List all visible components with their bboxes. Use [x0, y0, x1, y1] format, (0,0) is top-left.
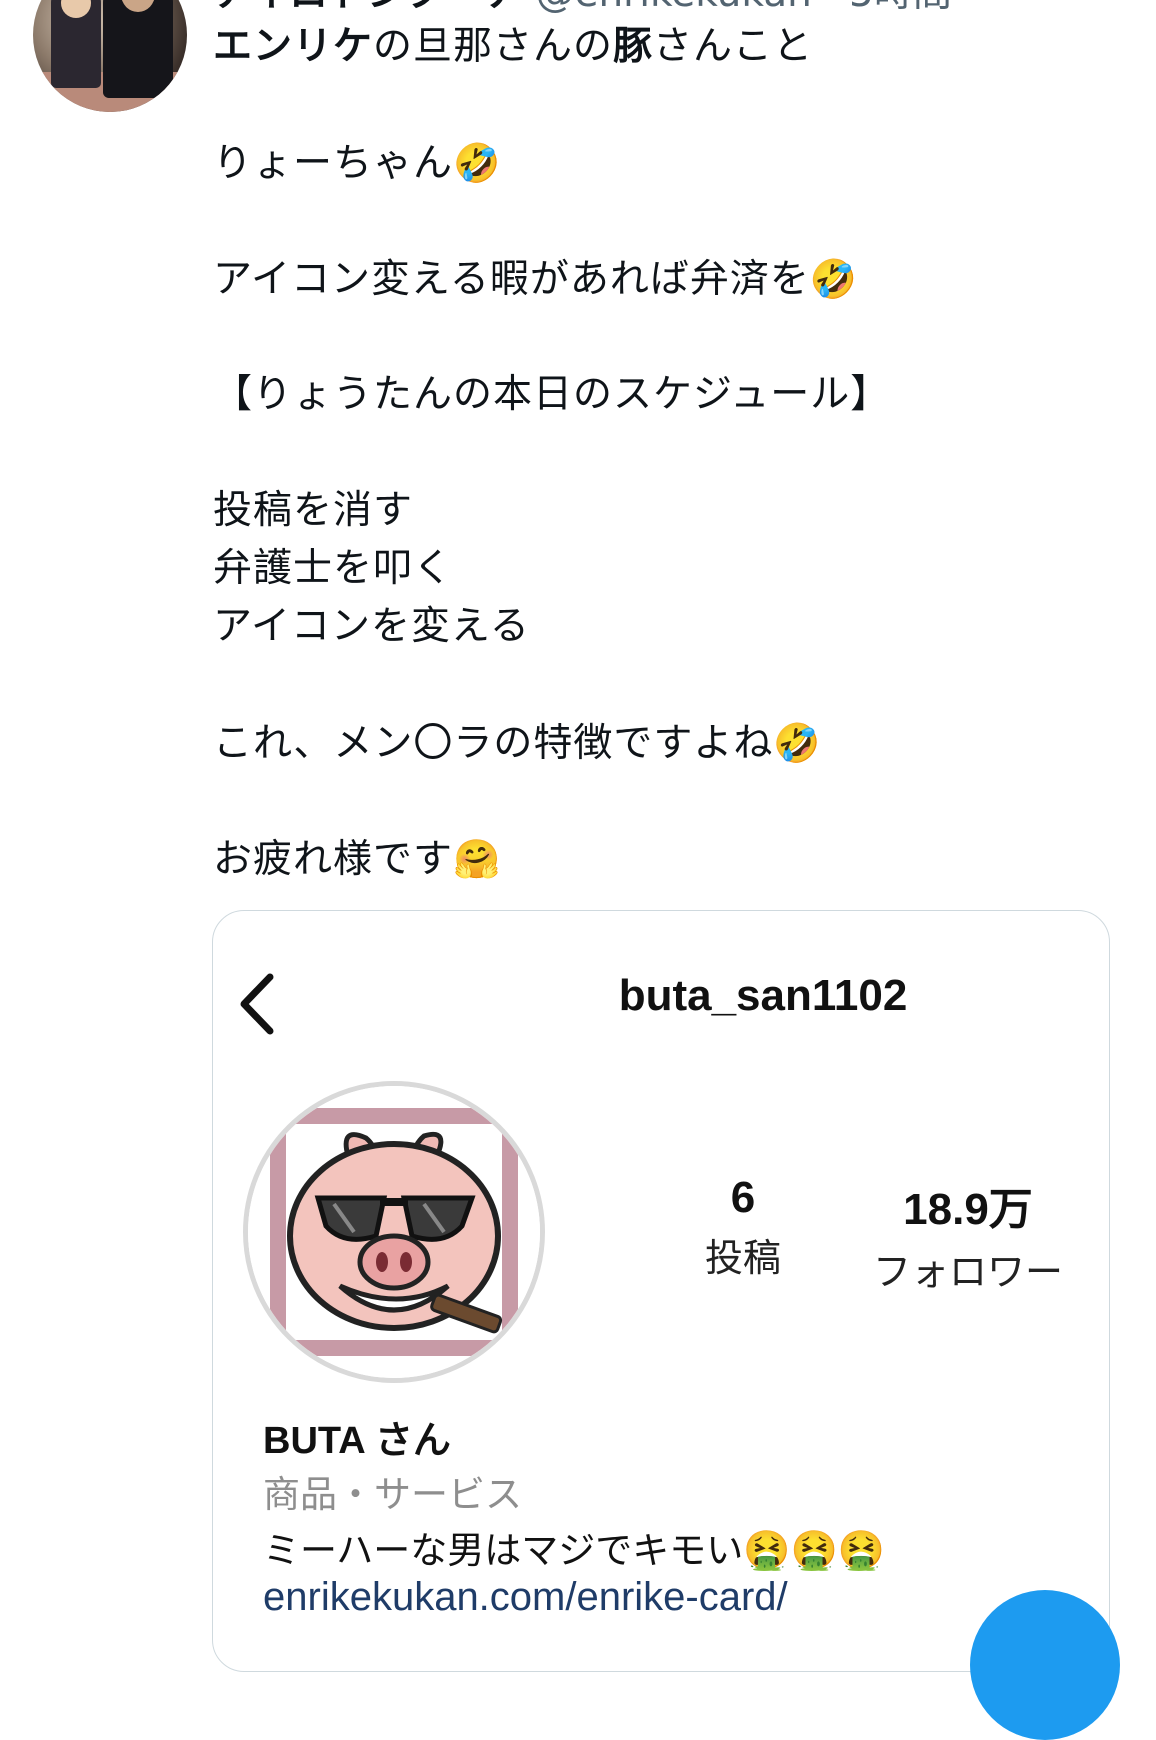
mention-enrike: エンリケ	[213, 24, 374, 69]
tweet-text-part: お疲れ様です	[213, 837, 454, 882]
author-avatar[interactable]	[33, 0, 187, 112]
profile-bio: ミーハーな男はマジでキモい🤮🤮🤮	[263, 1520, 885, 1574]
tweet-line-5: 投稿を消す	[213, 488, 414, 533]
emoji-rofl-icon: 🤣	[809, 257, 859, 301]
emoji-vomit-icon: 🤮	[837, 1528, 886, 1572]
emoji-rofl-icon: 🤣	[773, 721, 822, 765]
author-handle[interactable]: @enrikekukan · 5時間	[535, 0, 951, 16]
bold-pig: 豚	[613, 24, 654, 69]
emoji-rofl-icon: 🤣	[453, 141, 502, 185]
emoji-vomit-icon: 🤮	[743, 1528, 791, 1572]
tweet-line-6: 弁護士を叩く	[213, 546, 454, 591]
posts-label: 投稿	[704, 1238, 781, 1280]
stat-posts[interactable]: 6 投稿	[683, 1173, 803, 1282]
profile-display-name: BUTA さん	[263, 1420, 451, 1462]
tweet-line-4: 【りょうたんの本日のスケジュール】	[213, 372, 891, 417]
tweet-line-3: アイコン変える暇があれば弁済を🤣	[213, 250, 1093, 308]
tweet-text-part: アイコン変える暇があれば弁済を	[213, 257, 810, 302]
emoji-vomit-icon: 🤮	[790, 1528, 838, 1572]
tweet-text-part: さんこと	[653, 24, 814, 69]
avatar-person-right	[103, 0, 173, 98]
tweet-line-7: アイコンを変える	[213, 604, 530, 649]
author-name[interactable]: アイロトンブーナ	[213, 0, 522, 16]
back-chevron-icon	[240, 973, 274, 1035]
emoji-hug-icon: 🤗	[453, 837, 502, 881]
tweet-text-part: りょーちゃん	[213, 141, 454, 186]
pig-avatar-icon	[243, 1081, 545, 1383]
tweet-text-part: これ、メン〇ラの特徴ですよね	[213, 721, 774, 766]
followers-label: フォロワー	[872, 1252, 1063, 1294]
tweet-line-9: お疲れ様です🤗	[213, 830, 1093, 888]
tweet-text-part: の旦那さんの	[373, 24, 614, 69]
posts-count: 6	[730, 1173, 756, 1222]
tweet-line-8: これ、メン〇ラの特徴ですよね🤣	[213, 714, 1093, 772]
media-card[interactable]: buta_san1102 6 投稿 18.9万 フォロワー BUTA さん 商品…	[212, 910, 1110, 1672]
pig-illustration	[248, 1086, 540, 1378]
profile-link[interactable]: enrikekukan.com/enrike-card/	[263, 1575, 788, 1620]
compose-button[interactable]	[970, 1590, 1120, 1740]
tweet-header[interactable]: アイロトンブーナ @enrikekukan · 5時間	[213, 0, 952, 18]
tweet-line-2: りょーちゃん🤣	[213, 134, 1093, 192]
tweet-line-1: エンリケの旦那さんの豚さんこと	[213, 18, 1093, 76]
stat-followers[interactable]: 18.9万 フォロワー	[863, 1173, 1073, 1296]
bio-text: ミーハーな男はマジでキモい	[263, 1529, 744, 1572]
followers-count: 18.9万	[903, 1185, 1033, 1234]
tweet-body: エンリケの旦那さんの豚さんこと りょーちゃん🤣 アイコン変える暇があれば弁済を🤣…	[213, 18, 1093, 888]
profile-username: buta_san1102	[618, 971, 908, 1020]
profile-category: 商品・サービス	[263, 1473, 522, 1516]
